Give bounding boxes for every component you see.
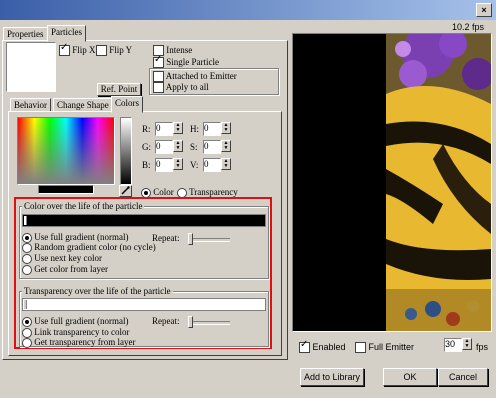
add-to-library-button[interactable]: Add to Library [300, 368, 364, 386]
full-emitter-checkbox[interactable]: Full Emitter [355, 342, 415, 354]
enabled-checkbox[interactable]: Enabled [299, 340, 346, 354]
h-input[interactable]: 0 [203, 122, 221, 136]
cancel-button[interactable]: Cancel [438, 368, 488, 386]
color-repeat-label: Repeat: [152, 233, 180, 243]
g-label: G: [142, 142, 151, 152]
brightness-bar[interactable] [120, 117, 132, 185]
preview-viewport[interactable] [292, 33, 492, 332]
trans-opt2-label: Get transparency from layer [34, 337, 136, 347]
flip-y-label: Flip Y [109, 45, 133, 55]
single-particle-check[interactable] [153, 55, 164, 69]
fps-readout: 10.2 fps [452, 22, 485, 32]
full-emitter-check[interactable] [355, 342, 366, 354]
r-input[interactable]: 0 [155, 122, 173, 136]
color-repeat-thumb[interactable] [188, 233, 193, 245]
h-stepper[interactable]: ▲ ▼ [221, 122, 231, 134]
r-stepper[interactable]: ▲ ▼ [173, 122, 183, 134]
v-input[interactable]: 0 [203, 158, 221, 172]
fps-input[interactable]: 30 [444, 338, 462, 352]
apply-to-all-checkbox[interactable]: Apply to all [153, 82, 209, 94]
color-opt2-label: Use next key color [34, 253, 102, 263]
transparency-repeat-thumb[interactable] [188, 316, 193, 328]
attached-check[interactable] [153, 71, 164, 83]
s-stepper[interactable]: ▲ ▼ [221, 140, 231, 152]
color-life-option-3[interactable]: Get color from layer [22, 264, 108, 275]
color-life-option-2[interactable]: Use next key color [22, 253, 102, 264]
color-life-option-1[interactable]: Random gradient color (no cycle) [22, 242, 156, 253]
trans-opt2-dot[interactable] [22, 337, 32, 348]
title-bar: × [0, 0, 496, 20]
enabled-check[interactable] [299, 340, 310, 354]
apply-all-label: Apply to all [165, 82, 209, 92]
trans-opt0-dot[interactable] [22, 316, 32, 327]
transparency-life-option-2[interactable]: Get transparency from layer [22, 337, 135, 348]
trans-opt0-label: Use full gradient (normal) [34, 316, 129, 326]
color-opt0-label: Use full gradient (normal) [34, 232, 129, 242]
b-stepper[interactable]: ▲ ▼ [173, 158, 183, 170]
flip-y-checkbox[interactable]: Flip Y [96, 45, 133, 57]
color-opt1-label: Random gradient color (no cycle) [34, 242, 156, 252]
trans-opt1-label: Link transparency to color [34, 327, 130, 337]
flip-x-check[interactable] [59, 43, 70, 57]
current-color-swatch [38, 185, 94, 194]
flip-y-check[interactable] [96, 45, 107, 57]
color-repeat-slider[interactable] [188, 238, 230, 242]
tab-colors[interactable]: Colors [111, 96, 144, 113]
attached-to-emitter-checkbox[interactable]: Attached to Emitter [153, 71, 237, 83]
color-life-title: Color over the life of the particle [22, 201, 145, 211]
color-gradient-bar[interactable] [22, 214, 266, 227]
g-stepper[interactable]: ▲ ▼ [173, 140, 183, 152]
s-input[interactable]: 0 [203, 140, 221, 154]
tab-particles[interactable]: Particles [47, 25, 86, 42]
s-label: S: [190, 142, 198, 152]
ref-point-button[interactable]: Ref. Point [97, 83, 141, 96]
preview-image [293, 34, 491, 331]
b-input[interactable]: 0 [155, 158, 173, 172]
mode-color-label: Color [153, 187, 174, 197]
color-opt3-dot[interactable] [22, 264, 32, 275]
transparency-life-title: Transparency over the life of the partic… [22, 286, 173, 296]
particle-thumbnail[interactable] [6, 42, 56, 92]
intense-label: Intense [166, 45, 193, 55]
single-particle-label: Single Particle [166, 57, 219, 67]
enabled-label: Enabled [312, 342, 346, 352]
ok-button[interactable]: OK [383, 368, 437, 386]
transparency-life-option-0[interactable]: Use full gradient (normal) [22, 316, 128, 327]
mode-transparency-label: Transparency [189, 187, 238, 197]
single-particle-checkbox[interactable]: Single Particle [153, 55, 219, 69]
v-stepper[interactable]: ▲ ▼ [221, 158, 231, 170]
color-opt1-dot[interactable] [22, 242, 32, 253]
v-label: V: [190, 160, 199, 170]
color-opt2-dot[interactable] [22, 253, 32, 264]
color-opt3-label: Get color from layer [34, 264, 108, 274]
h-label: H: [190, 124, 199, 134]
color-spectrum[interactable] [17, 117, 115, 185]
flip-x-label: Flip X [72, 45, 96, 55]
b-label: B: [142, 160, 151, 170]
flip-x-checkbox[interactable]: Flip X [59, 43, 96, 57]
transparency-repeat-label: Repeat: [152, 316, 180, 326]
fps-unit: fps [476, 342, 489, 352]
close-icon[interactable]: × [476, 3, 492, 17]
r-label: R: [142, 124, 151, 134]
g-input[interactable]: 0 [155, 140, 173, 154]
full-emitter-label: Full Emitter [368, 342, 415, 352]
fps-stepper[interactable]: ▲ ▼ [462, 338, 472, 350]
attached-label: Attached to Emitter [165, 71, 237, 81]
eyedropper-icon[interactable] [119, 185, 132, 197]
transparency-gradient-bar[interactable] [22, 298, 266, 311]
apply-all-check[interactable] [153, 82, 164, 94]
transparency-repeat-slider[interactable] [188, 321, 230, 325]
